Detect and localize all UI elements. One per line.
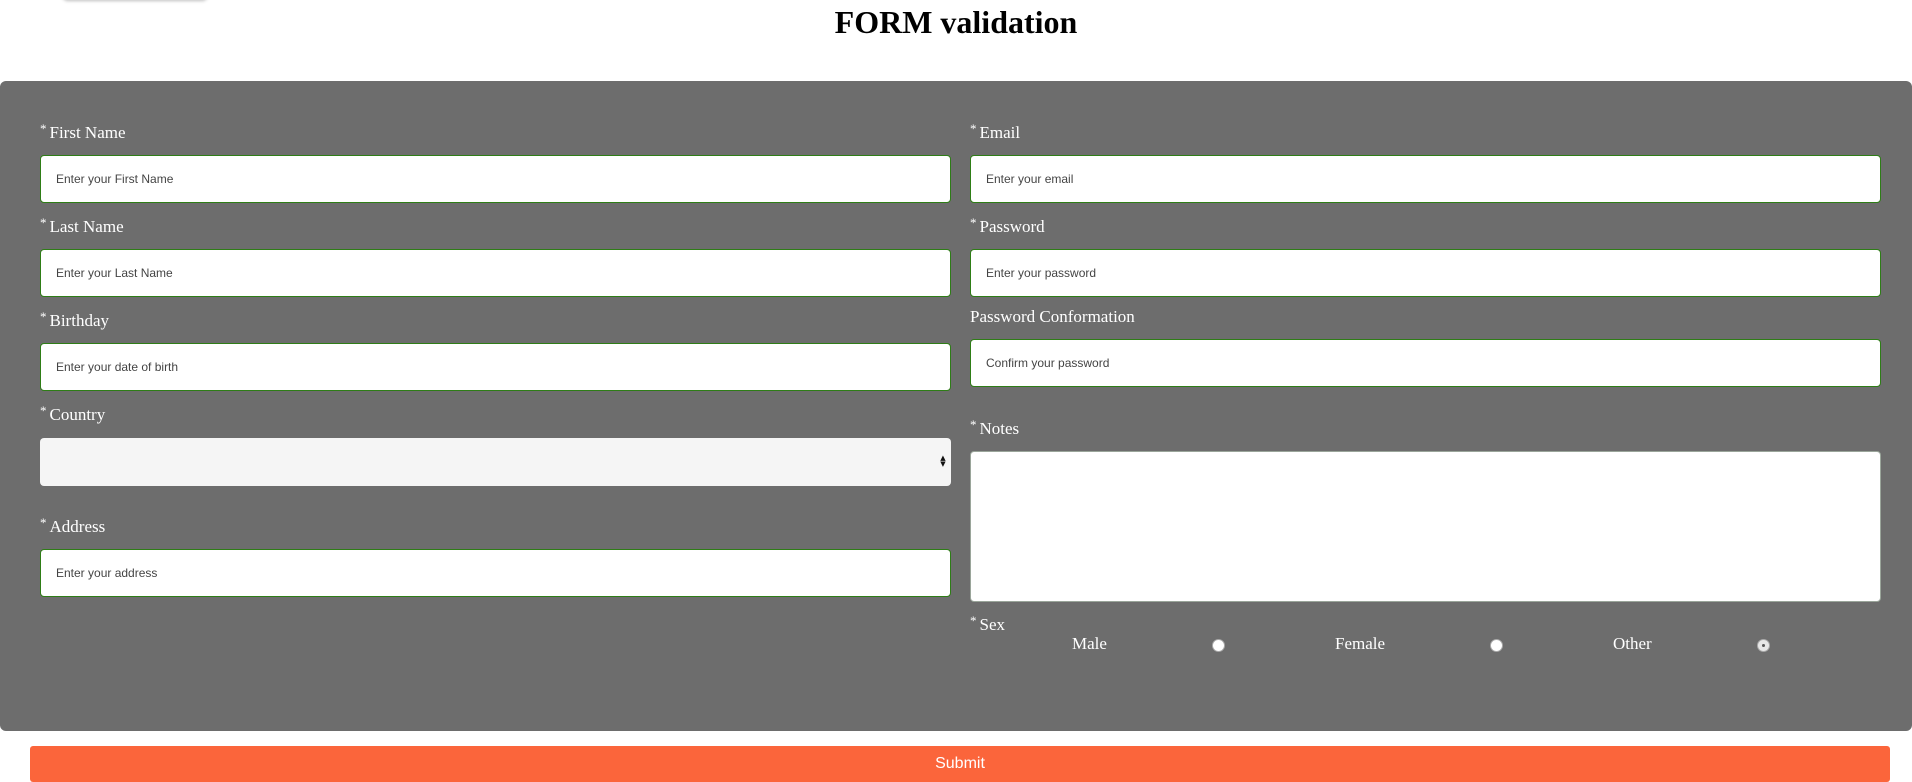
birthday-field: * Birthday [40, 309, 951, 391]
last-name-input[interactable] [40, 249, 951, 297]
password-label-text: Password [979, 217, 1045, 236]
password-confirmation-field: Password Conformation [970, 307, 1881, 387]
sex-label: * Sex [970, 613, 1006, 635]
password-field: * Password [970, 215, 1881, 297]
password-input[interactable] [970, 249, 1881, 297]
required-mark: * [970, 613, 977, 628]
address-input[interactable] [40, 549, 951, 597]
first-name-label-text: First Name [49, 123, 126, 142]
required-mark: * [40, 215, 47, 230]
password-label: * Password [970, 215, 1045, 237]
required-mark: * [40, 515, 47, 530]
sex-option-other-label: Other [1613, 634, 1652, 653]
sex-label-text: Sex [979, 615, 1006, 634]
submit-button[interactable]: Submit [30, 746, 1890, 782]
first-name-field: * First Name [40, 121, 951, 203]
last-name-label: * Last Name [40, 215, 124, 237]
first-name-input[interactable] [40, 155, 951, 203]
email-label: * Email [970, 121, 1021, 143]
sex-field: * Sex Male Female Other [970, 613, 1881, 655]
email-field: * Email [970, 121, 1881, 203]
country-label-text: Country [49, 405, 106, 424]
last-name-label-text: Last Name [49, 217, 124, 236]
sex-option-other-radio[interactable] [1757, 639, 1770, 652]
last-name-field: * Last Name [40, 215, 951, 297]
birthday-label-text: Birthday [49, 311, 110, 330]
notes-textarea[interactable] [970, 451, 1881, 602]
sex-option-male-label: Male [1072, 634, 1107, 653]
email-label-text: Email [979, 123, 1021, 142]
notes-field: * Notes [970, 417, 1881, 609]
sex-option-female-radio[interactable] [1490, 639, 1503, 652]
password-confirmation-input[interactable] [970, 339, 1881, 387]
required-mark: * [40, 403, 47, 418]
address-field: * Address [40, 515, 951, 597]
required-mark: * [970, 215, 977, 230]
sex-option-female-label: Female [1335, 634, 1386, 653]
birthday-input[interactable] [40, 343, 951, 391]
address-label-text: Address [49, 517, 106, 536]
country-select[interactable]: ▲ ▼ [40, 438, 951, 486]
country-label: * Country [40, 403, 106, 425]
required-mark: * [40, 121, 47, 136]
address-label: * Address [40, 515, 106, 537]
required-mark: * [970, 121, 977, 136]
first-name-label: * First Name [40, 121, 126, 143]
sex-option-male-radio[interactable] [1212, 639, 1225, 652]
notes-label: * Notes [970, 417, 1020, 439]
chevron-up-down-icon: ▲ ▼ [940, 454, 946, 468]
required-mark: * [40, 309, 47, 324]
required-mark: * [970, 417, 977, 432]
password-confirmation-label: Password Conformation [970, 307, 1135, 326]
registration-form: *First Name *Last Name *Birthday *Countr… [0, 81, 1912, 782]
notes-label-text: Notes [979, 419, 1020, 438]
country-field: * Country ▲ ▼ [40, 403, 951, 486]
email-input[interactable] [970, 155, 1881, 203]
page-title: FORM validation [834, 4, 1078, 40]
birthday-label: * Birthday [40, 309, 110, 331]
